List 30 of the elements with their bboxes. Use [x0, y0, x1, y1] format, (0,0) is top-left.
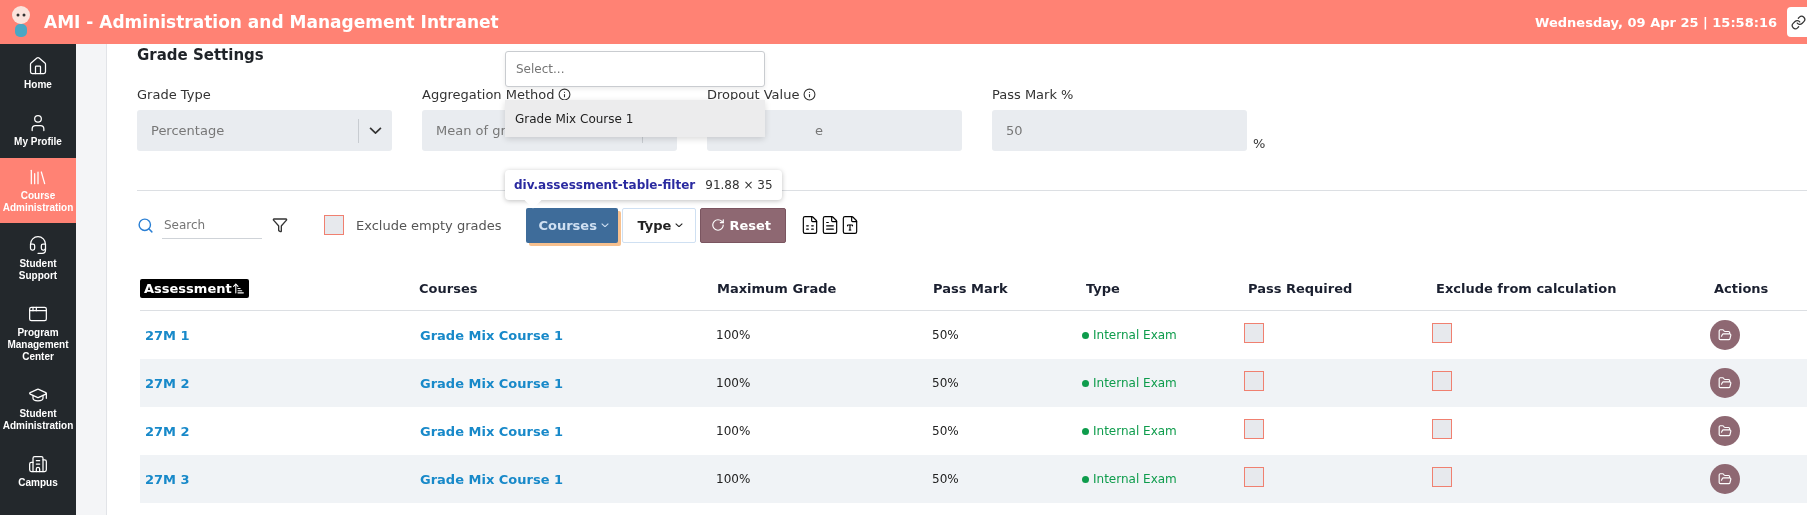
- field-label: Aggregation Method: [422, 86, 677, 102]
- element-selector: div.assessment-table-filter: [514, 178, 696, 192]
- table-cell-text: 100%: [715, 328, 752, 342]
- element-size: 91.88 × 35: [705, 178, 773, 192]
- app-title: AMI - Administration and Management Intranet: [44, 12, 499, 32]
- table-cell-text: 50%: [931, 424, 960, 438]
- table-cell-text: 100%: [715, 472, 752, 486]
- table-cell-text: 100%: [715, 376, 752, 390]
- column-header: Pass Required: [1247, 281, 1354, 296]
- type-label: Internal Exam: [1082, 376, 1177, 390]
- section-title: Grade Settings: [137, 46, 265, 66]
- column-header: Pass Mark: [932, 281, 1009, 296]
- table-cell-text: 50%: [931, 376, 960, 390]
- date-time: Wednesday, 09 Apr 25 | 15:58:16: [1535, 14, 1777, 30]
- percent-suffix: %: [1253, 136, 1266, 151]
- column-header: Actions: [1713, 281, 1770, 296]
- column-header: Exclude from calculation: [1435, 281, 1618, 296]
- field-label: Pass Mark %: [992, 86, 1075, 102]
- type-label: Internal Exam: [1082, 472, 1177, 486]
- field-label: Grade Type: [137, 86, 212, 102]
- checkbox-label: Exclude empty grades: [356, 217, 502, 233]
- table-cell-text: 100%: [715, 424, 752, 438]
- column-header: Courses: [418, 281, 479, 296]
- column-header: Maximum Grade: [716, 281, 838, 296]
- type-label: Internal Exam: [1082, 328, 1177, 342]
- table-cell-text: 50%: [931, 328, 960, 342]
- column-header: Type: [1085, 281, 1121, 296]
- field-label: Dropout Value: [707, 86, 962, 102]
- type-label: Internal Exam: [1082, 424, 1177, 438]
- table-cell-text: 50%: [931, 472, 960, 486]
